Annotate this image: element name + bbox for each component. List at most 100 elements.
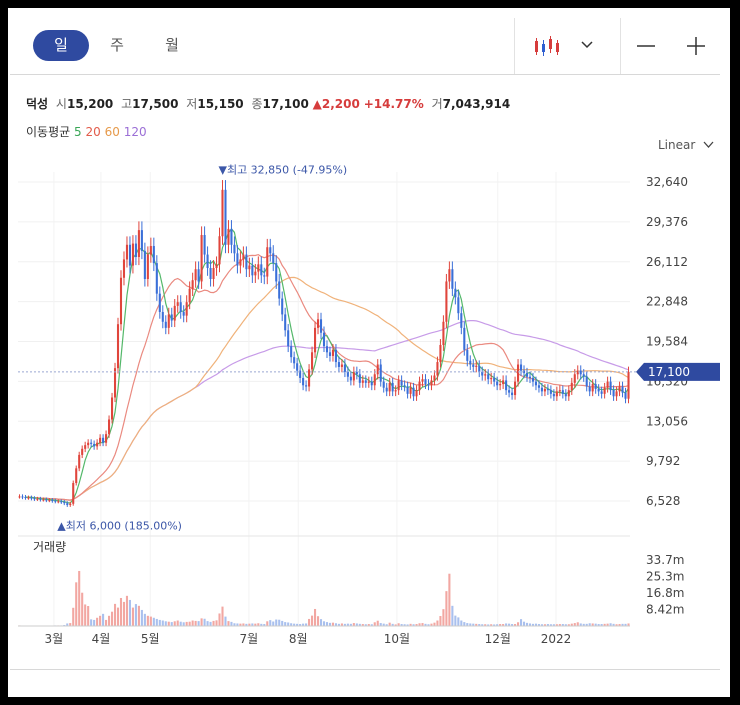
- candle-body: [442, 321, 445, 345]
- candle-body: [230, 228, 233, 245]
- candle-body: [75, 468, 78, 484]
- candle-body: [134, 243, 137, 258]
- candle-body: [406, 386, 409, 394]
- candle-body: [170, 314, 173, 321]
- candle-body: [272, 253, 275, 264]
- candle-body: [454, 288, 457, 298]
- candle-body: [319, 319, 323, 333]
- candle-body: [367, 381, 370, 383]
- candle-body: [39, 498, 42, 500]
- high-annotation: ▼최고 32,850 (-47.95%): [218, 163, 347, 176]
- candle-body: [615, 391, 618, 397]
- candle-body: [463, 327, 466, 350]
- candle-body: [349, 376, 352, 381]
- volume-bar: [272, 621, 275, 626]
- volume-bar: [215, 620, 218, 626]
- candle-body: [331, 349, 335, 356]
- candle-body: [161, 311, 164, 322]
- candle-body: [197, 269, 200, 282]
- volume-bar: [105, 619, 108, 626]
- volume-bar: [319, 619, 323, 626]
- volume-bar: [131, 607, 134, 626]
- volume-bar: [167, 621, 170, 626]
- x-tick-label: 4월: [92, 632, 111, 646]
- candle-body: [18, 496, 21, 498]
- candle-body: [400, 380, 403, 386]
- current-price-label: 17,100: [648, 365, 690, 379]
- candle-body: [561, 390, 564, 394]
- candle-body: [69, 503, 72, 506]
- candle-body: [346, 371, 349, 377]
- candle-body: [531, 377, 535, 382]
- volume-bar: [460, 620, 463, 626]
- candle-body: [427, 384, 430, 386]
- volume-bar: [442, 609, 445, 626]
- candle-body: [137, 230, 140, 258]
- volume-bar: [281, 620, 284, 626]
- volume-bar: [287, 622, 290, 626]
- candle-body: [158, 293, 161, 312]
- candle-body: [564, 393, 567, 397]
- candle-body: [555, 391, 558, 397]
- candle-body: [182, 311, 185, 316]
- candle-body: [337, 362, 340, 367]
- candle-body: [96, 442, 99, 447]
- volume-bar: [454, 615, 457, 626]
- price-chart[interactable]: 32,64029,37626,11222,84819,58416,32013,0…: [0, 0, 740, 705]
- candle-body: [511, 392, 514, 396]
- volume-bar: [96, 617, 99, 626]
- candle-body: [457, 297, 460, 314]
- candle-body: [108, 419, 111, 435]
- volume-bar: [128, 599, 131, 626]
- volume-bar: [191, 620, 194, 626]
- candle-body: [496, 381, 499, 386]
- volume-bar: [576, 622, 579, 626]
- candle-body: [72, 483, 75, 504]
- candle-body: [418, 381, 421, 391]
- candle-body: [221, 189, 224, 237]
- candle-body: [328, 352, 332, 356]
- candle-body: [63, 501, 66, 504]
- x-tick-label: 2022: [541, 632, 572, 646]
- volume-bar: [155, 618, 158, 626]
- candle-body: [373, 374, 376, 386]
- x-tick-label: 3월: [45, 632, 64, 646]
- candle-body: [90, 442, 93, 444]
- candle-body: [358, 374, 361, 383]
- candle-body: [499, 384, 502, 386]
- candle-body: [113, 368, 117, 398]
- candle-body: [122, 259, 126, 278]
- volume-bar: [84, 604, 87, 626]
- volume-bar: [75, 582, 78, 626]
- candle-body: [36, 498, 39, 500]
- volume-bar: [176, 620, 179, 626]
- candle-body: [203, 235, 206, 255]
- candle-body: [537, 385, 540, 388]
- volume-bar: [90, 619, 93, 626]
- y-tick-label: 6,528: [646, 494, 680, 508]
- candle-body: [242, 254, 245, 260]
- volume-tick-label: 8.42m: [646, 603, 684, 617]
- y-tick-label: 22,848: [646, 295, 688, 309]
- y-tick-label: 26,112: [646, 255, 688, 269]
- candle-body: [597, 388, 600, 392]
- volume-bar: [134, 604, 137, 626]
- candle-body: [340, 364, 343, 367]
- candle-body: [546, 388, 549, 391]
- candle-body: [543, 388, 546, 392]
- candle-body: [343, 364, 346, 372]
- volume-bar: [122, 601, 126, 626]
- candle-body: [269, 247, 272, 254]
- volume-bar: [108, 615, 111, 626]
- candle-body: [266, 247, 269, 277]
- volume-bar: [275, 619, 278, 626]
- candle-body: [194, 269, 197, 281]
- volume-bar: [230, 621, 233, 626]
- candle-body: [164, 321, 167, 328]
- y-tick-label: 13,056: [646, 414, 688, 428]
- candle-body: [466, 349, 469, 361]
- candle-body: [490, 377, 493, 380]
- candle-body: [146, 254, 149, 279]
- volume-bar: [278, 619, 281, 626]
- candle-body: [224, 189, 227, 245]
